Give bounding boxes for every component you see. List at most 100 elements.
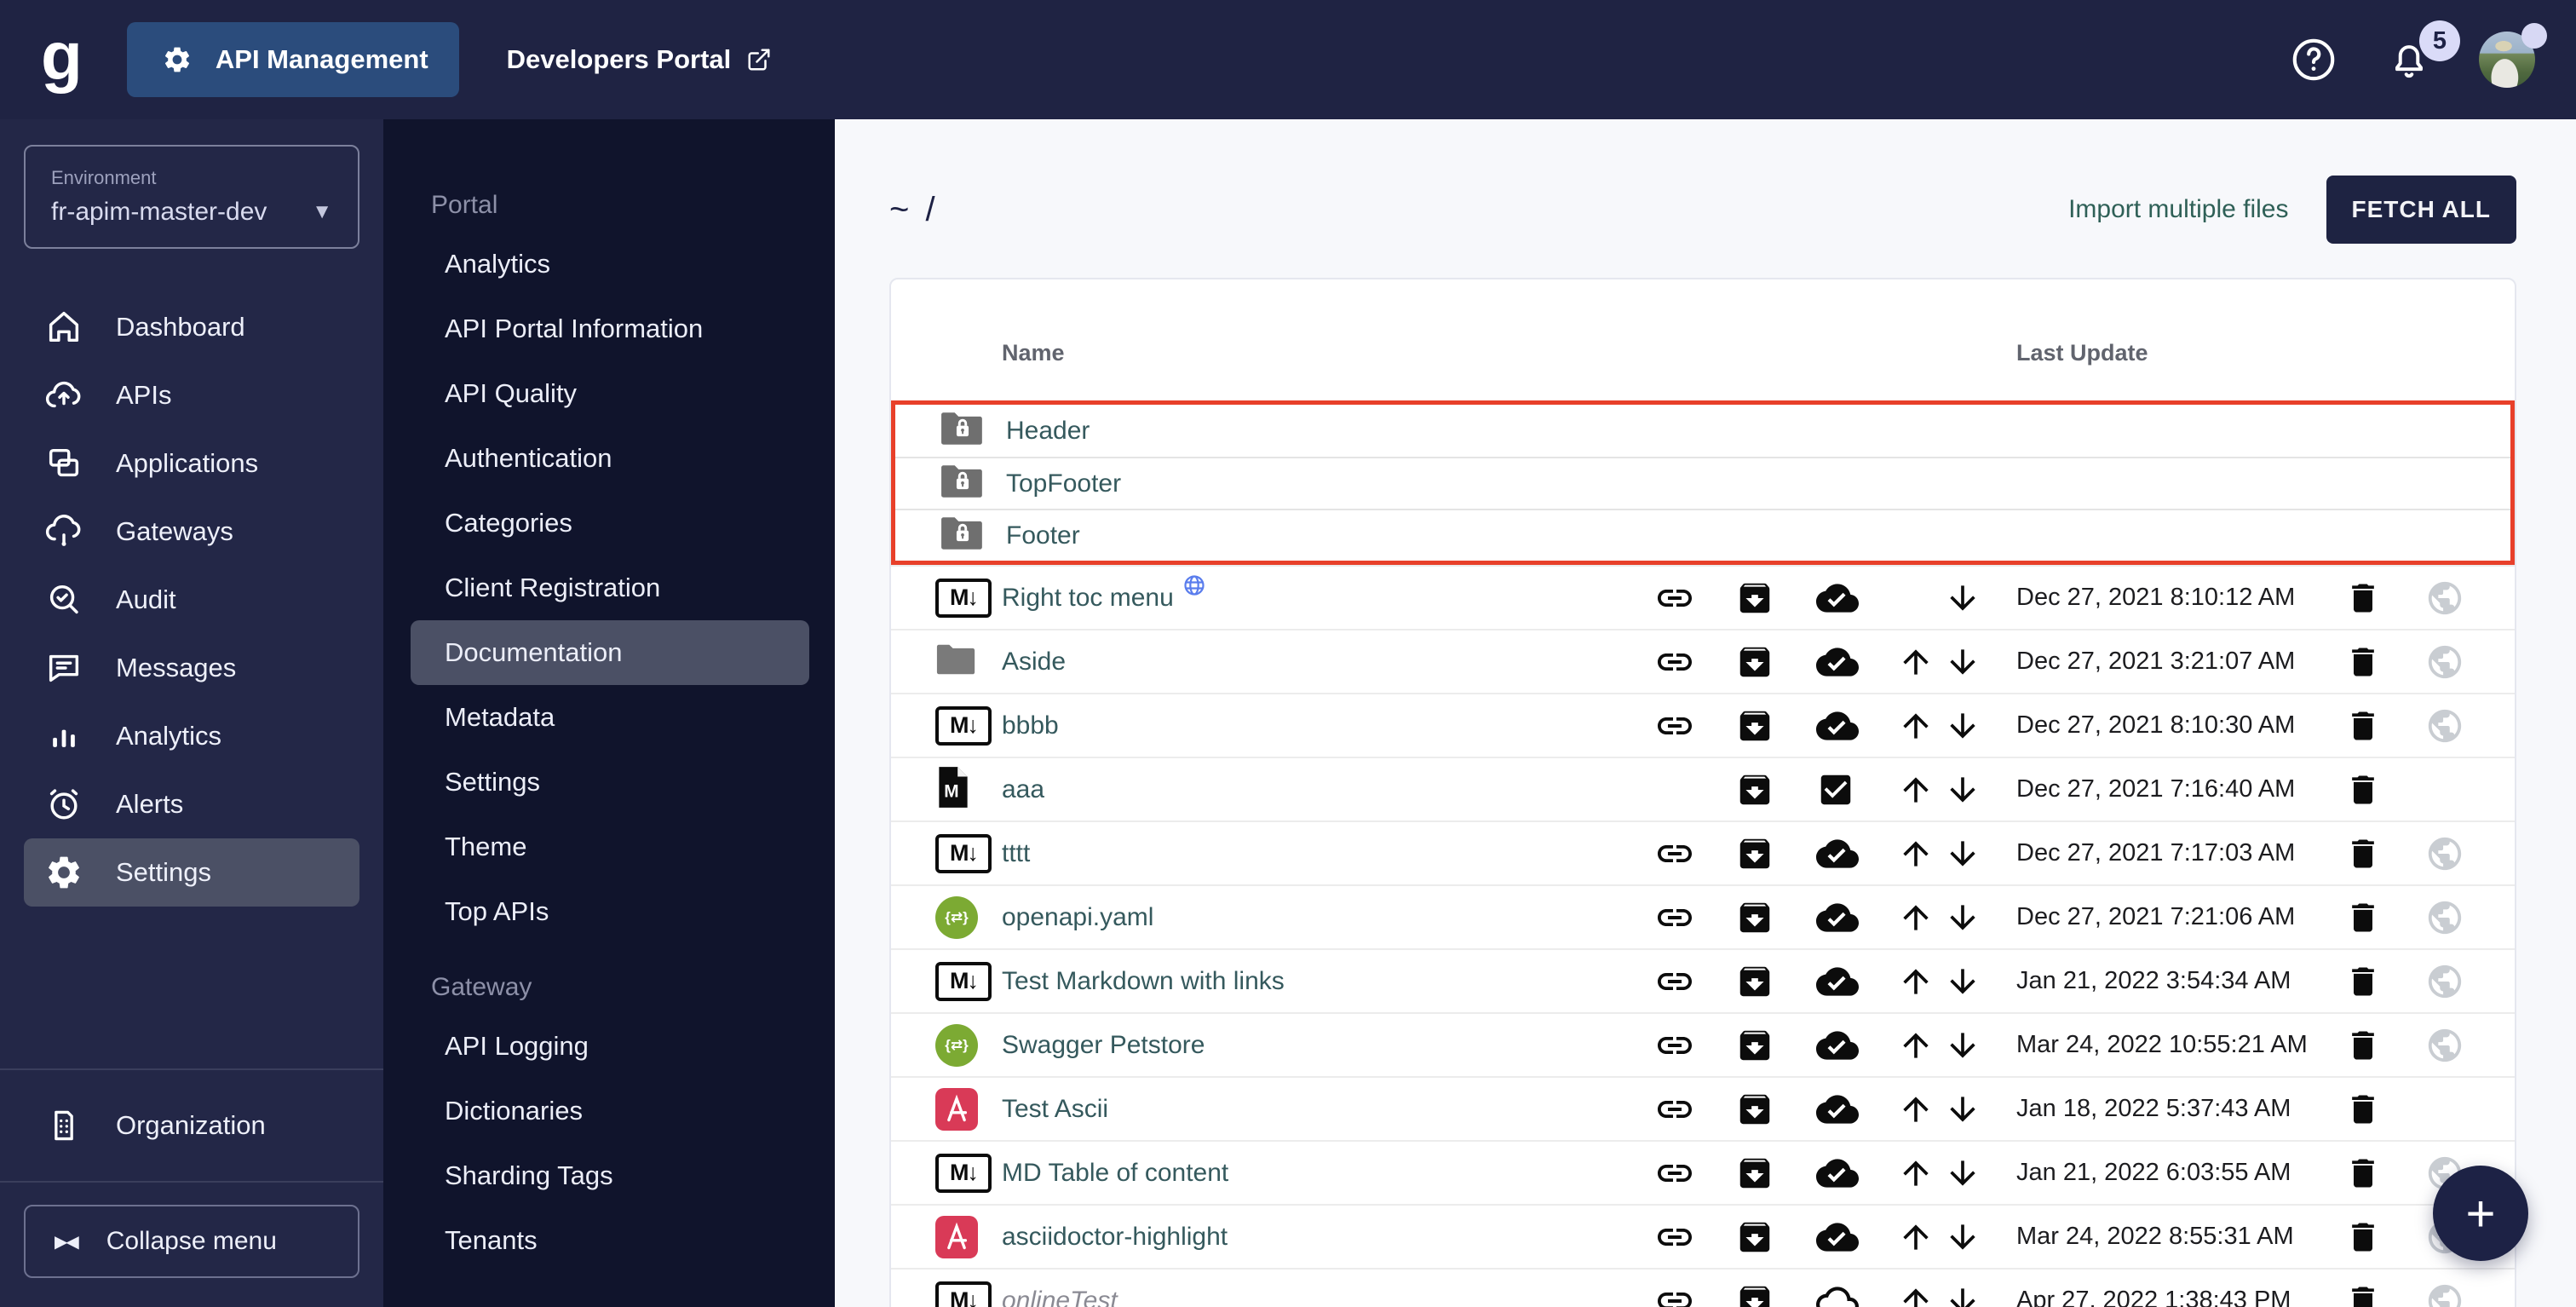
submenu-item-sharding-tags[interactable]: Sharding Tags	[411, 1143, 809, 1208]
move-up-button[interactable]	[1897, 1218, 1944, 1256]
unpublish-button[interactable]	[1735, 1090, 1816, 1129]
move-down-button[interactable]	[1944, 707, 2016, 745]
move-up-button[interactable]	[1897, 1027, 1944, 1064]
sidebar-item-analytics[interactable]: Analytics	[24, 702, 359, 770]
sidebar-item-gateways[interactable]: Gateways	[24, 498, 359, 566]
document-name-link[interactable]: Aside	[1002, 648, 1066, 677]
submenu-item-api-portal-information[interactable]: API Portal Information	[411, 297, 809, 361]
unpublish-button[interactable]	[1735, 1218, 1816, 1257]
document-name-link[interactable]: onlineTest	[1002, 1287, 1118, 1307]
document-name-link[interactable]: Right toc menu	[1002, 584, 1174, 613]
document-name-link[interactable]: TopFooter	[1006, 469, 1121, 498]
delete-button[interactable]	[2344, 835, 2425, 872]
published-cloud-button[interactable]	[1816, 1216, 1897, 1258]
sidebar-item-dashboard[interactable]: Dashboard	[24, 293, 359, 361]
move-down-button[interactable]	[1944, 1282, 2016, 1307]
sidebar-item-settings[interactable]: Settings	[24, 838, 359, 907]
sidebar-item-messages[interactable]: Messages	[24, 634, 359, 702]
publish-globe-button[interactable]	[2425, 898, 2506, 937]
copy-link-button[interactable]	[1654, 1217, 1735, 1258]
published-cloud-button[interactable]	[1816, 896, 1897, 939]
published-cloud-button[interactable]	[1816, 577, 1897, 619]
publish-globe-button[interactable]	[2425, 962, 2506, 1001]
developers-portal-link[interactable]: Developers Portal	[507, 44, 773, 75]
delete-button[interactable]	[2344, 771, 2425, 809]
published-checkbox-button[interactable]	[1816, 770, 1897, 809]
unpublish-button[interactable]	[1735, 898, 1816, 937]
submenu-item-api-quality[interactable]: API Quality	[411, 361, 809, 426]
move-down-button[interactable]	[1944, 643, 2016, 681]
publish-globe-button[interactable]	[2425, 1026, 2506, 1065]
copy-link-button[interactable]	[1654, 642, 1735, 682]
delete-button[interactable]	[2344, 643, 2425, 681]
delete-button[interactable]	[2344, 1027, 2425, 1064]
move-up-button[interactable]	[1897, 1091, 1944, 1128]
unpublish-button[interactable]	[1735, 642, 1816, 682]
add-page-fab[interactable]: +	[2433, 1166, 2528, 1261]
delete-button[interactable]	[2344, 963, 2425, 1000]
move-up-button[interactable]	[1897, 643, 1944, 681]
unpublish-button[interactable]	[1735, 1154, 1816, 1193]
import-multiple-files-link[interactable]: Import multiple files	[2068, 195, 2288, 224]
delete-button[interactable]	[2344, 1282, 2425, 1307]
copy-link-button[interactable]	[1654, 1153, 1735, 1194]
copy-link-button[interactable]	[1654, 961, 1735, 1002]
move-down-button[interactable]	[1944, 1218, 2016, 1256]
submenu-item-api-logging[interactable]: API Logging	[411, 1014, 809, 1079]
sidebar-item-organization[interactable]: Organization	[24, 1070, 359, 1181]
submenu-item-authentication[interactable]: Authentication	[411, 426, 809, 491]
delete-button[interactable]	[2344, 1154, 2425, 1192]
copy-link-button[interactable]	[1654, 1025, 1735, 1066]
sidebar-item-apis[interactable]: APIs	[24, 361, 359, 429]
notifications-button[interactable]: 5	[2383, 34, 2435, 85]
move-up-button[interactable]	[1897, 707, 1944, 745]
published-cloud-button[interactable]	[1816, 1024, 1897, 1067]
unpublish-button[interactable]	[1735, 962, 1816, 1001]
sidebar-item-audit[interactable]: Audit	[24, 566, 359, 634]
move-down-button[interactable]	[1944, 771, 2016, 809]
submenu-item-metadata[interactable]: Metadata	[411, 685, 809, 750]
document-name-link[interactable]: Swagger Petstore	[1002, 1031, 1205, 1060]
move-up-button[interactable]	[1897, 771, 1944, 809]
document-name-link[interactable]: Test Ascii	[1002, 1095, 1108, 1124]
document-name-link[interactable]: Header	[1006, 417, 1090, 446]
publish-globe-button[interactable]	[2425, 642, 2506, 682]
publish-globe-button[interactable]	[2425, 706, 2506, 746]
collapse-menu-button[interactable]: ▶◀ Collapse menu	[24, 1205, 359, 1278]
submenu-item-settings[interactable]: Settings	[411, 750, 809, 815]
unpublish-button[interactable]	[1735, 1281, 1816, 1307]
unpublish-button[interactable]	[1735, 1026, 1816, 1065]
environment-selector[interactable]: Environment fr-apim-master-dev ▼	[24, 145, 359, 249]
publish-globe-button[interactable]	[2425, 1281, 2506, 1307]
app-switcher-button[interactable]: API Management	[127, 22, 459, 97]
move-down-button[interactable]	[1944, 963, 2016, 1000]
submenu-item-tenants[interactable]: Tenants	[411, 1208, 809, 1273]
copy-link-button[interactable]	[1654, 1281, 1735, 1307]
delete-button[interactable]	[2344, 899, 2425, 936]
document-name-link[interactable]: bbbb	[1002, 711, 1059, 740]
move-up-button[interactable]	[1897, 1282, 1944, 1307]
delete-button[interactable]	[2344, 707, 2425, 745]
submenu-item-top-apis[interactable]: Top APIs	[411, 879, 809, 944]
move-down-button[interactable]	[1944, 835, 2016, 872]
delete-button[interactable]	[2344, 579, 2425, 617]
published-cloud-button[interactable]	[1816, 705, 1897, 747]
copy-link-button[interactable]	[1654, 833, 1735, 874]
move-down-button[interactable]	[1944, 1027, 2016, 1064]
copy-link-button[interactable]	[1654, 705, 1735, 746]
unpublished-cloud-button[interactable]	[1816, 1280, 1897, 1307]
submenu-item-categories[interactable]: Categories	[411, 491, 809, 556]
fetch-all-button[interactable]: FETCH ALL	[2326, 176, 2517, 244]
document-name-link[interactable]: openapi.yaml	[1002, 903, 1153, 932]
document-name-link[interactable]: MD Table of content	[1002, 1159, 1228, 1188]
document-name-link[interactable]: asciidoctor-highlight	[1002, 1223, 1228, 1252]
move-down-button[interactable]	[1944, 1154, 2016, 1192]
unpublish-button[interactable]	[1735, 579, 1816, 618]
move-down-button[interactable]	[1944, 1091, 2016, 1128]
delete-button[interactable]	[2344, 1218, 2425, 1256]
move-up-button[interactable]	[1897, 835, 1944, 872]
published-cloud-button[interactable]	[1816, 1152, 1897, 1195]
move-up-button[interactable]	[1897, 899, 1944, 936]
published-cloud-button[interactable]	[1816, 960, 1897, 1003]
move-up-button[interactable]	[1897, 963, 1944, 1000]
